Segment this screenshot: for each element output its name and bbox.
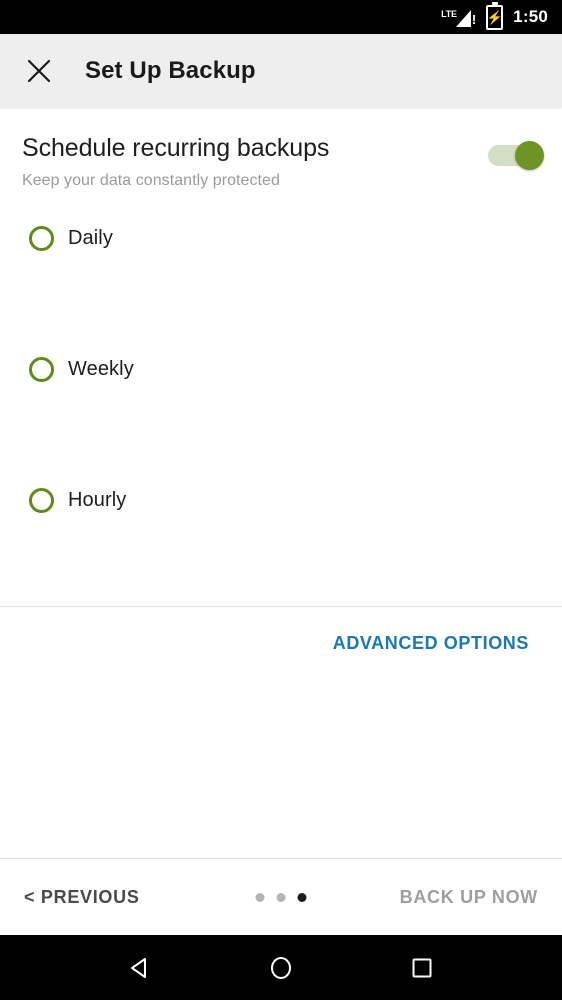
schedule-recurring-backups-toggle[interactable] <box>488 141 544 170</box>
radio-circle-icon <box>29 356 54 382</box>
pager-dots <box>255 892 307 902</box>
radio-option-label: Hourly <box>68 488 127 511</box>
nav-recents-button[interactable] <box>399 945 445 991</box>
wizard-action-bar: < PREVIOUS BACK UP NOW <box>0 859 562 935</box>
charging-bolt-icon: ⚡ <box>486 9 503 25</box>
back-triangle-icon <box>131 957 147 978</box>
page-title: Set Up Backup <box>85 56 256 84</box>
nav-back-button[interactable] <box>117 945 163 991</box>
recents-square-icon <box>412 958 432 977</box>
radio-option-hourly[interactable]: Hourly <box>0 475 562 525</box>
lte-label: LTE <box>441 9 457 19</box>
lte-signal-icon: LTE ! <box>441 6 476 28</box>
section-subtitle: Keep your data constantly protected <box>22 172 280 189</box>
phone-screen: LTE ! ⚡ 1:50 Set Up Backup Schedule recu… <box>0 0 562 1000</box>
close-x-icon <box>27 59 51 82</box>
pager-dot-1[interactable] <box>255 892 265 902</box>
nav-home-button[interactable] <box>258 945 304 991</box>
radio-circle-icon <box>29 225 54 251</box>
battery-charging-icon: ⚡ <box>486 4 504 30</box>
schedule-header-row: Schedule recurring backups Keep your dat… <box>0 107 562 190</box>
advanced-options-link[interactable]: ADVANCED OPTIONS <box>333 633 529 654</box>
schedule-header-text: Schedule recurring backups Keep your dat… <box>22 133 488 190</box>
home-circle-icon <box>270 956 291 979</box>
radio-option-label: Daily <box>68 226 113 249</box>
app-bar: Set Up Backup <box>0 34 562 107</box>
radio-option-weekly[interactable]: Weekly <box>0 344 562 394</box>
backup-frequency-options: Daily Weekly Hourly <box>0 213 562 525</box>
status-bar-icons: LTE ! ⚡ 1:50 <box>441 4 548 30</box>
pager-dot-2[interactable] <box>276 892 286 902</box>
back-up-now-button[interactable]: BACK UP NOW <box>400 887 538 908</box>
close-button[interactable] <box>14 46 64 96</box>
status-bar: LTE ! ⚡ 1:50 <box>0 0 562 34</box>
signal-warning-label: ! <box>471 12 477 27</box>
section-title: Schedule recurring backups <box>22 134 330 162</box>
status-bar-clock: 1:50 <box>513 7 548 26</box>
radio-circle-icon <box>29 487 54 513</box>
advanced-options-row: ADVANCED OPTIONS <box>0 607 562 654</box>
radio-option-daily[interactable]: Daily <box>0 213 562 263</box>
toggle-thumb <box>515 141 544 170</box>
content-area: Schedule recurring backups Keep your dat… <box>0 107 562 858</box>
previous-button[interactable]: < PREVIOUS <box>24 887 140 908</box>
signal-triangle-icon <box>455 10 471 27</box>
android-navigation-bar <box>0 935 562 1000</box>
radio-option-label: Weekly <box>68 357 134 380</box>
pager-dot-3-active[interactable] <box>297 892 307 902</box>
